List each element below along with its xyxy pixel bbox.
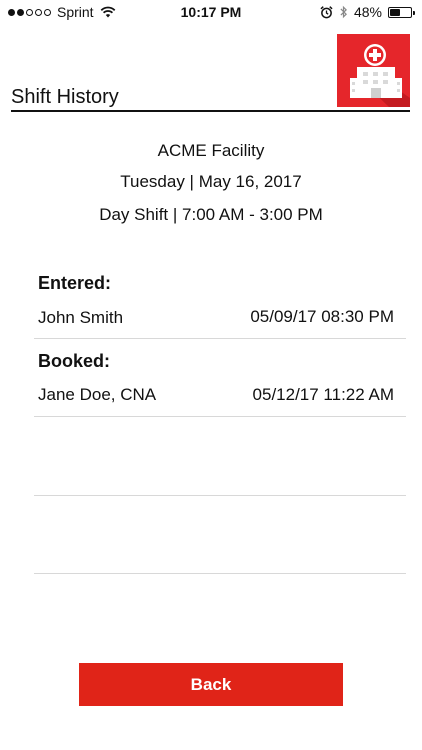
back-button[interactable]: Back	[79, 663, 343, 706]
battery-level	[390, 8, 400, 16]
page-header: Shift History	[11, 84, 410, 112]
status-right: 48%	[320, 4, 415, 20]
divider	[34, 338, 406, 339]
booked-label: Booked:	[38, 351, 110, 371]
divider	[34, 495, 406, 496]
shift-time: Day Shift | 7:00 AM - 3:00 PM	[99, 205, 323, 224]
booked-by-name: Jane Doe, CNA	[38, 385, 157, 404]
page-title: Shift History	[11, 86, 119, 108]
status-bar: Sprint 10:17 PM 48%	[0, 0, 422, 26]
facility-name: ACME Facility	[157, 141, 265, 160]
entered-by-name: John Smith	[38, 308, 124, 327]
header-divider	[11, 110, 410, 112]
bluetooth-icon	[340, 5, 347, 19]
battery-percent: 48%	[353, 4, 382, 20]
divider	[34, 416, 406, 417]
divider	[34, 573, 406, 574]
battery-icon	[388, 6, 415, 18]
shift-date: Tuesday | May 16, 2017	[120, 172, 302, 191]
entered-label: Entered:	[38, 273, 112, 293]
alarm-icon	[320, 5, 333, 18]
booked-datetime: 05/12/17 11:22 AM	[252, 385, 394, 404]
entered-datetime: 05/09/17 08:30 PM	[250, 307, 394, 326]
